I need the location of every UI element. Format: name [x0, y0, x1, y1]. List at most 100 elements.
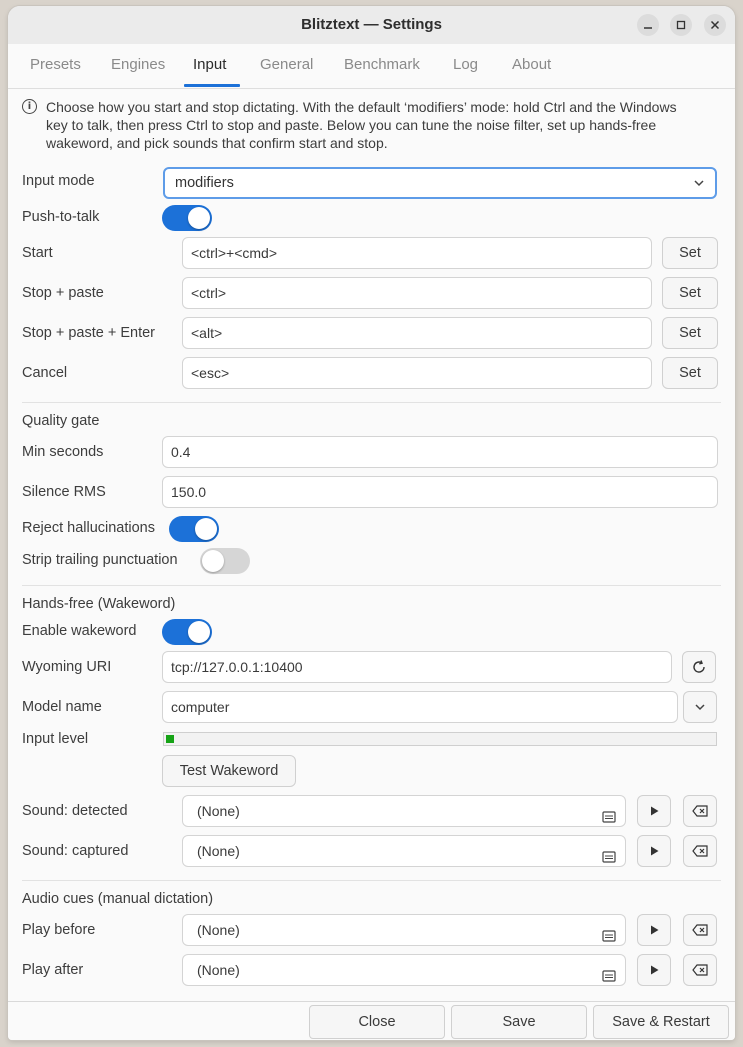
start-hotkey-field[interactable]: <ctrl>+<cmd> — [182, 237, 652, 269]
reject-hallucinations-switch[interactable] — [169, 516, 219, 542]
stop-paste-hotkey-field[interactable]: <ctrl> — [182, 277, 652, 309]
play-sound-captured-button[interactable] — [637, 835, 671, 867]
switch-knob — [195, 518, 217, 540]
wyoming-uri-label: Wyoming URI — [22, 659, 112, 675]
wyoming-uri-field[interactable]: tcp://127.0.0.1:10400 — [162, 651, 672, 683]
switch-knob — [202, 550, 224, 572]
reject-hallucinations-label: Reject hallucinations — [22, 520, 155, 536]
backspace-icon — [692, 845, 708, 857]
maximize-icon — [676, 20, 686, 30]
play-after-play-button[interactable] — [637, 954, 671, 986]
tab-about[interactable]: About — [512, 56, 551, 73]
tab-engines[interactable]: Engines — [111, 56, 165, 73]
strip-trailing-punctuation-switch[interactable] — [200, 548, 250, 574]
backspace-icon — [692, 805, 708, 817]
play-after-label: Play after — [22, 962, 84, 978]
save-restart-button[interactable]: Save & Restart — [593, 1005, 729, 1039]
folder-open-icon[interactable] — [601, 844, 617, 874]
folder-open-icon[interactable] — [601, 963, 617, 993]
model-name-label: Model name — [22, 699, 102, 715]
chevron-down-icon — [693, 169, 705, 206]
info-icon: i — [22, 99, 37, 114]
play-after-clear-button[interactable] — [683, 954, 717, 986]
close-button[interactable]: Close — [309, 1005, 445, 1039]
push-to-talk-switch[interactable] — [162, 205, 212, 231]
play-icon — [651, 806, 659, 816]
active-tab-indicator — [184, 84, 240, 87]
play-before-play-button[interactable] — [637, 914, 671, 946]
sound-detected-label: Sound: detected — [22, 803, 128, 819]
quality-gate-heading: Quality gate — [22, 413, 100, 429]
sound-captured-value: (None) — [197, 843, 240, 859]
silence-rms-label: Silence RMS — [22, 484, 106, 500]
tab-log[interactable]: Log — [453, 56, 478, 73]
tab-bar: Presets Engines Input General Benchmark … — [8, 44, 735, 89]
min-seconds-field[interactable]: 0.4 — [162, 436, 718, 468]
cancel-hotkey-label: Cancel — [22, 365, 68, 381]
stop-paste-enter-hotkey-label: Stop + paste + Enter — [22, 325, 156, 341]
input-mode-dropdown[interactable]: modifiers — [163, 167, 717, 199]
maximize-button[interactable] — [670, 14, 692, 36]
settings-window: Blitztext — Settings Presets Engines Inp… — [8, 6, 735, 1040]
save-button[interactable]: Save — [451, 1005, 587, 1039]
folder-open-icon[interactable] — [601, 923, 617, 953]
stop-paste-enter-set-button[interactable]: Set — [662, 317, 718, 349]
backspace-icon — [692, 964, 708, 976]
info-text: Choose how you start and stop dictating.… — [46, 99, 677, 151]
input-level-label: Input level — [22, 731, 89, 747]
silence-rms-field[interactable]: 150.0 — [162, 476, 718, 508]
cancel-hotkey-field[interactable]: <esc> — [182, 357, 652, 389]
separator — [22, 402, 721, 403]
play-icon — [651, 846, 659, 856]
sound-captured-label: Sound: captured — [22, 843, 129, 859]
model-name-dropdown-button[interactable] — [683, 691, 717, 723]
push-to-talk-label: Push-to-talk — [22, 209, 100, 225]
play-icon — [651, 925, 659, 935]
switch-knob — [188, 621, 210, 643]
min-seconds-label: Min seconds — [22, 444, 104, 460]
close-icon — [710, 20, 720, 30]
enable-wakeword-switch[interactable] — [162, 619, 212, 645]
stop-paste-set-button[interactable]: Set — [662, 277, 718, 309]
play-after-field[interactable]: (None) — [182, 954, 626, 986]
model-name-field[interactable]: computer — [162, 691, 678, 723]
sound-detected-value: (None) — [197, 803, 240, 819]
tab-presets[interactable]: Presets — [30, 56, 81, 73]
play-sound-detected-button[interactable] — [637, 795, 671, 827]
tab-input[interactable]: Input — [193, 56, 226, 73]
input-level-fill — [166, 735, 174, 743]
sound-captured-field[interactable]: (None) — [182, 835, 626, 867]
refresh-icon — [693, 660, 705, 673]
separator — [22, 880, 721, 881]
minimize-icon — [644, 27, 652, 29]
stop-paste-enter-hotkey-field[interactable]: <alt> — [182, 317, 652, 349]
minimize-button[interactable] — [637, 14, 659, 36]
backspace-icon — [692, 924, 708, 936]
input-mode-value: modifiers — [175, 175, 234, 191]
start-hotkey-set-button[interactable]: Set — [662, 237, 718, 269]
start-hotkey-label: Start — [22, 245, 53, 261]
close-window-button[interactable] — [704, 14, 726, 36]
wakeword-heading: Hands-free (Wakeword) — [22, 596, 176, 612]
clear-sound-detected-button[interactable] — [683, 795, 717, 827]
switch-knob — [188, 207, 210, 229]
chevron-down-icon — [695, 704, 705, 711]
test-wakeword-button[interactable]: Test Wakeword — [162, 755, 296, 787]
play-before-label: Play before — [22, 922, 96, 938]
folder-open-icon[interactable] — [601, 804, 617, 834]
tab-general[interactable]: General — [260, 56, 313, 73]
play-before-field[interactable]: (None) — [182, 914, 626, 946]
input-mode-label: Input mode — [22, 173, 95, 189]
refresh-button[interactable] — [682, 651, 716, 683]
play-before-clear-button[interactable] — [683, 914, 717, 946]
window-title: Blitztext — Settings — [301, 16, 442, 33]
enable-wakeword-label: Enable wakeword — [22, 623, 137, 639]
input-level-meter — [163, 732, 717, 746]
clear-sound-captured-button[interactable] — [683, 835, 717, 867]
tab-benchmark[interactable]: Benchmark — [344, 56, 420, 73]
audio-cues-heading: Audio cues (manual dictation) — [22, 891, 214, 907]
footer: Close Save Save & Restart — [8, 1001, 735, 1040]
cancel-hotkey-set-button[interactable]: Set — [662, 357, 718, 389]
sound-detected-field[interactable]: (None) — [182, 795, 626, 827]
strip-trailing-punctuation-label: Strip trailing punctuation — [22, 552, 178, 568]
